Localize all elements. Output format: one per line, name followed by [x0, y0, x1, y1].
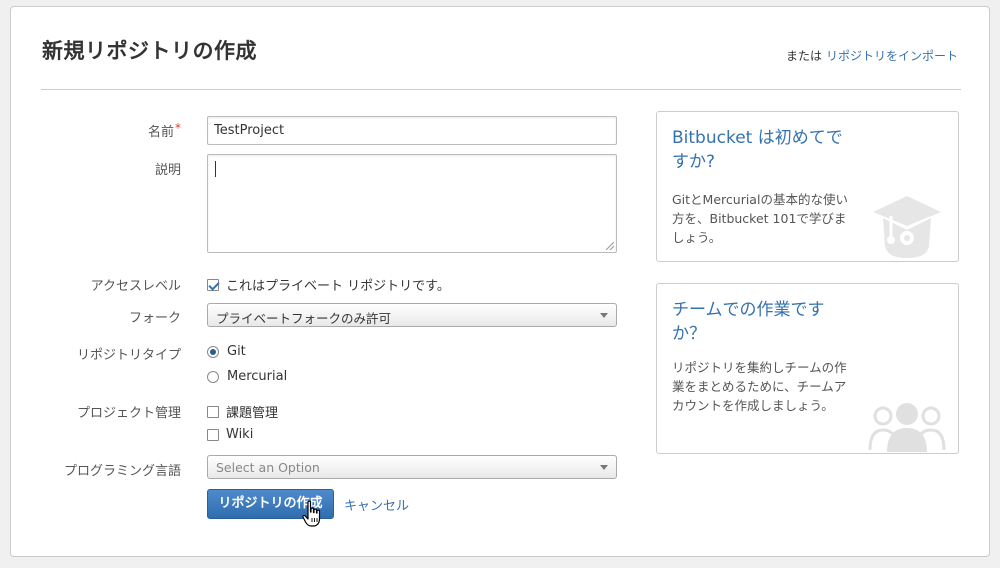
name-label-text: 名前	[147, 125, 174, 140]
wiki-checkbox-label: Wiki	[226, 427, 254, 442]
radio-git-label: Git	[227, 344, 246, 359]
team-card-title[interactable]: チームでの作業ですか？	[672, 298, 852, 346]
create-repo-panel: 新規リポジトリの作成 またはリポジトリをインポート 名前* 説明 アクセスレベル…	[10, 6, 990, 557]
name-input[interactable]	[207, 116, 617, 145]
wiki-checkbox[interactable]	[207, 428, 219, 441]
team-card-text: リポジトリを集約しチームの作業をまとめるために、チームアカウントを作成しましょう…	[672, 360, 847, 413]
private-checkbox-row[interactable]: これはプライベート リポジトリです。	[207, 275, 450, 294]
language-select[interactable]: Select an Option	[207, 455, 617, 479]
radio-mercurial-row[interactable]: Mercurial	[207, 369, 287, 384]
hand-cursor-icon	[302, 500, 321, 527]
description-textarea[interactable]	[207, 154, 617, 253]
issues-checkbox[interactable]	[207, 405, 219, 418]
radio-git[interactable]	[207, 345, 219, 358]
name-label: 名前*	[148, 121, 181, 140]
private-checkbox[interactable]	[207, 278, 219, 291]
description-label: 説明	[154, 163, 181, 178]
project-mgmt-label: プロジェクト管理	[76, 406, 181, 421]
import-repo-link[interactable]: リポジトリをインポート	[826, 49, 958, 63]
newcomer-card-text: GitとMercurialの基本的な使い方を、Bitbucket 101で学びま…	[672, 192, 848, 245]
resize-grip[interactable]	[606, 242, 614, 250]
radio-git-row[interactable]: Git	[207, 344, 246, 359]
team-card: チームでの作業ですか？ リポジトリを集約しチームの作業をまとめるために、チームア…	[656, 283, 959, 454]
graduation-cap-icon	[873, 196, 941, 258]
language-select-placeholder: Select an Option	[216, 460, 320, 475]
page-title: 新規リポジトリの作成	[42, 39, 257, 63]
language-label: プログラミング言語	[63, 464, 181, 479]
radio-mercurial[interactable]	[207, 370, 219, 383]
issues-checkbox-label: 課題管理	[226, 406, 279, 421]
newcomer-card-title[interactable]: Bitbucket は初めてですか?	[672, 126, 852, 174]
fork-select-value: プライベートフォークのみ許可	[216, 311, 392, 326]
newcomer-card: Bitbucket は初めてですか? GitとMercurialの基本的な使い方…	[656, 111, 959, 262]
issues-checkbox-row[interactable]: 課題管理	[207, 402, 278, 421]
radio-mercurial-label: Mercurial	[227, 369, 288, 384]
required-marker: *	[175, 121, 181, 135]
fork-label: フォーク	[128, 311, 181, 326]
text-caret	[215, 161, 216, 177]
access-level-label: アクセスレベル	[90, 279, 181, 294]
wiki-checkbox-row[interactable]: Wiki	[207, 427, 253, 442]
chevron-down-icon	[600, 465, 608, 470]
cancel-link[interactable]: キャンセル	[344, 495, 409, 514]
repo-type-label: リポジトリタイプ	[76, 348, 181, 363]
private-checkbox-label: これはプライベート リポジトリです。	[226, 279, 450, 294]
team-icon	[868, 403, 946, 452]
header-divider	[41, 89, 961, 90]
chevron-down-icon	[600, 313, 608, 318]
import-prefix: または	[785, 49, 822, 63]
fork-select[interactable]: プライベートフォークのみ許可	[207, 303, 617, 327]
import-line: または リポジトリをインポート	[786, 47, 958, 64]
